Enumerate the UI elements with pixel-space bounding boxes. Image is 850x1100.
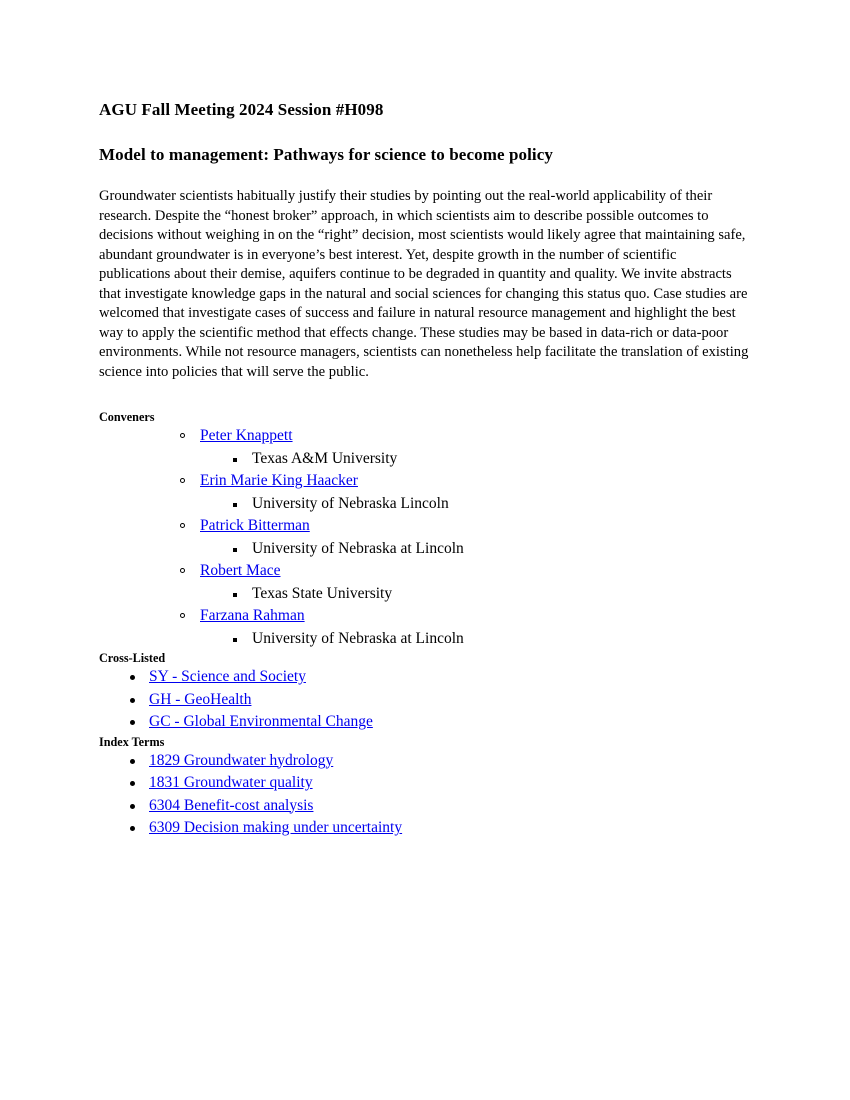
convener-item: Peter Knappett Texas A&M University: [99, 425, 750, 470]
index-term-link[interactable]: 1831 Groundwater quality: [149, 772, 313, 795]
convener-link[interactable]: Robert Mace: [200, 560, 280, 583]
convener-link[interactable]: Patrick Bitterman: [200, 515, 310, 538]
meeting-heading: AGU Fall Meeting 2024 Session #H098: [99, 100, 384, 119]
cross-listed-list: SY - Science and Society GH - GeoHealth …: [99, 666, 750, 734]
convener-affiliation: University of Nebraska Lincoln: [252, 494, 449, 512]
filled-square-marker-icon: [233, 457, 237, 462]
filled-dot-marker-icon: [130, 781, 135, 786]
conveners-section-label: Conveners: [99, 410, 155, 424]
index-term-link[interactable]: 6309 Decision making under uncertainty: [149, 817, 402, 840]
list-item: 6309 Decision making under uncertainty: [99, 817, 750, 840]
convener-item: Robert Mace Texas State University: [99, 560, 750, 605]
list-item: 1831 Groundwater quality: [99, 772, 750, 795]
list-item: 6304 Benefit-cost analysis: [99, 795, 750, 818]
hollow-circle-marker-icon: [180, 478, 185, 483]
hollow-circle-marker-icon: [180, 568, 185, 573]
convener-affiliation-list: Texas A&M University: [200, 448, 750, 471]
list-item: GH - GeoHealth: [99, 689, 750, 712]
filled-dot-marker-icon: [130, 720, 135, 725]
session-title: Model to management: Pathways for scienc…: [99, 145, 554, 164]
convener-affiliation-list: University of Nebraska Lincoln: [200, 493, 750, 516]
index-terms-section-label: Index Terms: [99, 734, 165, 749]
list-item: GC - Global Environmental Change: [99, 711, 750, 734]
filled-square-marker-icon: [233, 547, 237, 552]
convener-affiliation-item: University of Nebraska at Lincoln: [200, 628, 750, 651]
session-abstract: Groundwater scientists habitually justif…: [99, 188, 749, 380]
convener-affiliation: University of Nebraska at Lincoln: [252, 539, 464, 557]
convener-link[interactable]: Farzana Rahman: [200, 605, 305, 628]
convener-item: Farzana Rahman University of Nebraska at…: [99, 605, 750, 650]
convener-item: Patrick Bitterman University of Nebraska…: [99, 515, 750, 560]
cross-listed-link[interactable]: GC - Global Environmental Change: [149, 711, 373, 734]
filled-dot-marker-icon: [130, 803, 135, 809]
conveners-list: Peter Knappett Texas A&M University Erin…: [99, 425, 750, 650]
convener-affiliation: Texas A&M University: [252, 449, 398, 467]
cross-listed-link[interactable]: GH - GeoHealth: [149, 689, 251, 712]
convener-affiliation-item: University of Nebraska at Lincoln: [200, 538, 750, 561]
convener-affiliation-list: Texas State University: [200, 583, 750, 606]
convener-affiliation: University of Nebraska at Lincoln: [252, 629, 464, 647]
index-terms-list: 1829 Groundwater hydrology 1831 Groundwa…: [99, 750, 750, 840]
document-page: AGU Fall Meeting 2024 Session #H098 Mode…: [0, 0, 850, 1100]
hollow-circle-marker-icon: [180, 523, 185, 528]
filled-dot-marker-icon: [130, 826, 135, 831]
filled-dot-marker-icon: [130, 675, 135, 680]
convener-affiliation-item: University of Nebraska Lincoln: [200, 493, 750, 516]
index-term-link[interactable]: 6304 Benefit-cost analysis: [149, 795, 313, 818]
hollow-circle-marker-icon: [180, 613, 185, 618]
convener-affiliation-list: University of Nebraska at Lincoln: [200, 628, 750, 651]
filled-square-marker-icon: [233, 592, 237, 597]
cross-listed-link[interactable]: SY - Science and Society: [149, 666, 306, 689]
filled-square-marker-icon: [233, 637, 237, 642]
filled-square-marker-icon: [233, 502, 237, 507]
cross-listed-section-label: Cross-Listed: [99, 651, 166, 665]
convener-item: Erin Marie King Haacker University of Ne…: [99, 470, 750, 515]
hollow-circle-marker-icon: [180, 433, 185, 438]
index-term-link[interactable]: 1829 Groundwater hydrology: [149, 750, 333, 773]
convener-link[interactable]: Erin Marie King Haacker: [200, 470, 358, 493]
convener-affiliation-list: University of Nebraska at Lincoln: [200, 538, 750, 561]
convener-affiliation-item: Texas State University: [200, 583, 750, 606]
list-item: SY - Science and Society: [99, 666, 750, 689]
convener-affiliation-item: Texas A&M University: [200, 448, 750, 471]
filled-dot-marker-icon: [130, 758, 135, 764]
filled-dot-marker-icon: [130, 697, 135, 703]
convener-affiliation: Texas State University: [252, 584, 393, 602]
convener-link[interactable]: Peter Knappett: [200, 425, 293, 448]
list-item: 1829 Groundwater hydrology: [99, 750, 750, 773]
